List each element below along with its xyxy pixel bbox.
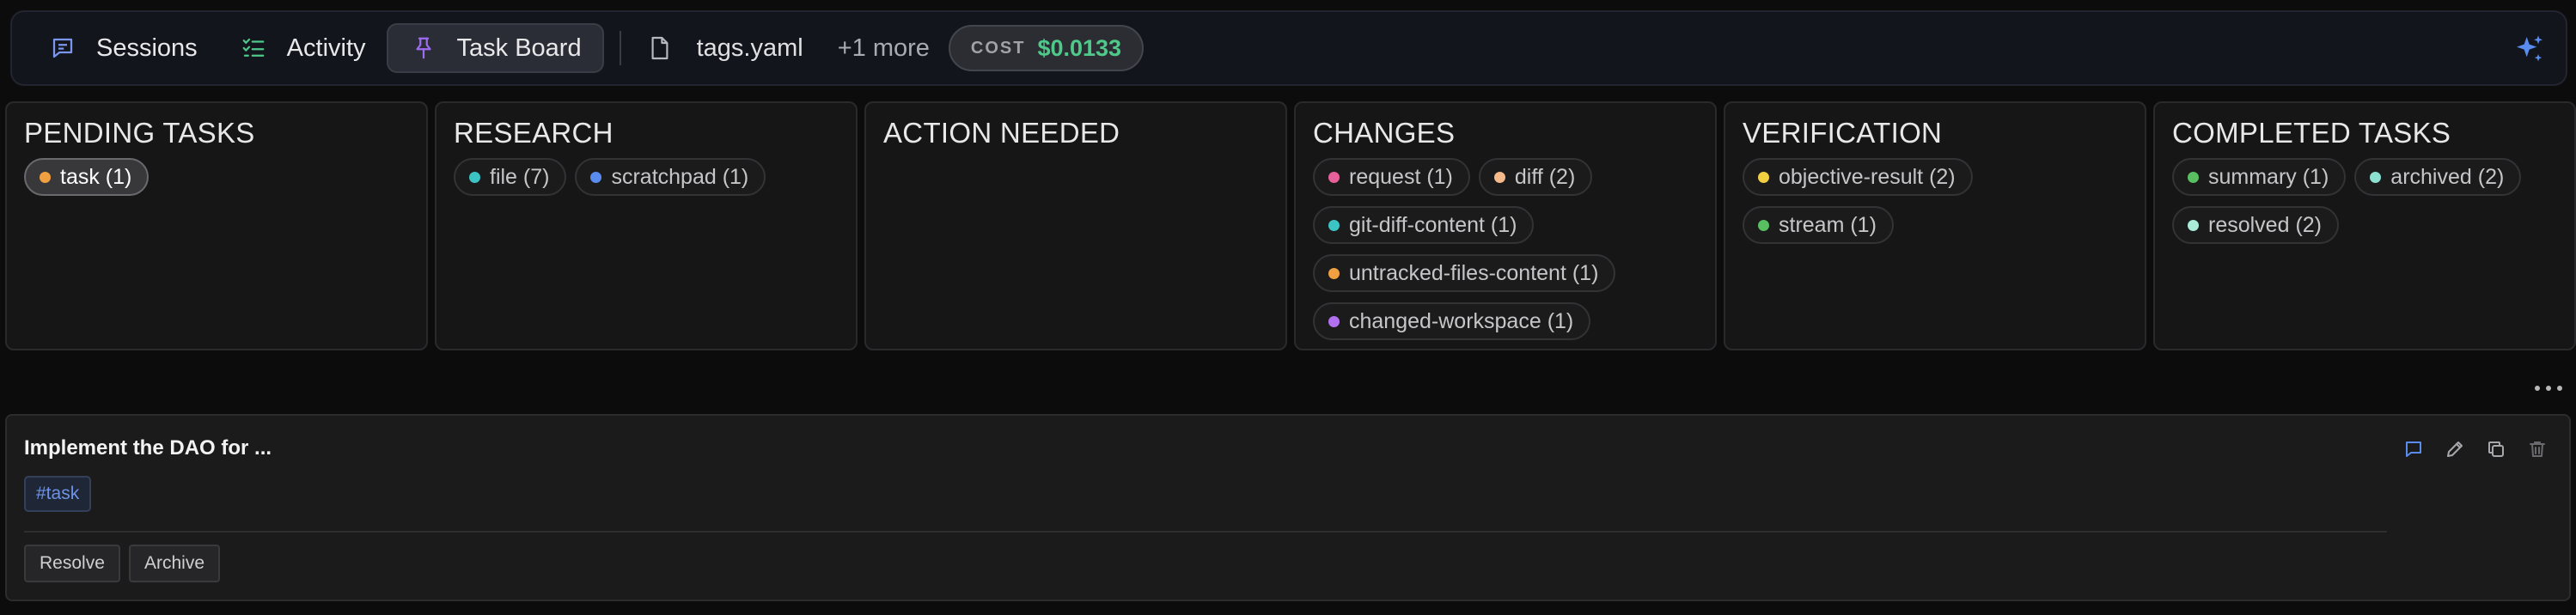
tag-chip-label: summary (1) <box>2208 164 2329 189</box>
tag-chip-label: changed-workspace (1) <box>1349 308 1574 333</box>
checklist-icon <box>239 33 268 63</box>
tag-color-dot <box>40 171 51 183</box>
card-divider <box>24 531 2387 533</box>
more-options-icon[interactable] <box>2535 378 2562 399</box>
tag-color-dot <box>590 171 602 183</box>
tag-chip-list: request (1) diff (2) git-diff-content (1… <box>1313 158 1700 340</box>
task-card: Implement the DAO for ... #task Resolve … <box>5 414 2571 601</box>
tag-chip-label: task (1) <box>60 164 132 189</box>
tag-chip-label: resolved (2) <box>2208 212 2322 237</box>
tag-chip-label: objective-result (2) <box>1779 164 1956 189</box>
column-research: RESEARCH file (7) scratchpad (1) <box>435 101 858 350</box>
chat-bubble-icon <box>48 33 77 63</box>
tab-activity[interactable]: Activity <box>218 23 387 73</box>
tag-chip-stream[interactable]: stream (1) <box>1743 206 1894 244</box>
tag-color-dot <box>2370 171 2382 183</box>
tab-label: Sessions <box>96 33 198 62</box>
pin-icon <box>409 33 438 63</box>
tag-chip-diff[interactable]: diff (2) <box>1478 158 1593 196</box>
column-title: CHANGES <box>1313 117 1456 149</box>
comment-icon[interactable] <box>2402 438 2425 460</box>
tag-color-dot <box>2188 171 2199 183</box>
column-title: COMPLETED TASKS <box>2172 117 2451 149</box>
tag-chip-label: git-diff-content (1) <box>1349 212 1517 237</box>
tag-chip-label: archived (2) <box>2390 164 2505 189</box>
trash-icon[interactable] <box>2526 438 2549 460</box>
cost-label: COST <box>970 38 1026 58</box>
tag-chip-label: diff (2) <box>1514 164 1576 189</box>
tag-chip-archived[interactable]: archived (2) <box>2354 158 2522 196</box>
cost-badge: COST $0.0133 <box>948 25 1145 71</box>
tag-chip-git-diff-content[interactable]: git-diff-content (1) <box>1313 206 1535 244</box>
tab-sessions[interactable]: Sessions <box>27 23 218 73</box>
tag-chip-label: scratchpad (1) <box>611 164 749 189</box>
tag-chip-label: untracked-files-content (1) <box>1349 260 1599 285</box>
tag-chip-request[interactable]: request (1) <box>1313 158 1470 196</box>
tag-chip-label: request (1) <box>1349 164 1453 189</box>
task-tag[interactable]: #task <box>24 476 92 512</box>
ellipsis-dot <box>2557 386 2562 391</box>
tab-label: Activity <box>286 33 366 62</box>
top-navigation-bar: Sessions Activity Task Board tags.yaml +… <box>10 10 2567 86</box>
tag-chip-label: stream (1) <box>1779 212 1877 237</box>
tag-chip-list: file (7) scratchpad (1) <box>454 158 840 196</box>
cost-value: $0.0133 <box>1037 34 1122 61</box>
tag-chip-list: objective-result (2) stream (1) <box>1743 158 2129 244</box>
tag-chip-objective-result[interactable]: objective-result (2) <box>1743 158 1973 196</box>
task-title: Implement the DAO for ... <box>24 436 272 460</box>
column-title: RESEARCH <box>454 117 613 149</box>
tag-color-dot <box>1328 219 1340 231</box>
tag-chip-untracked-files-content[interactable]: untracked-files-content (1) <box>1313 254 1616 292</box>
tag-color-dot <box>1328 315 1340 327</box>
file-icon <box>647 33 673 63</box>
copy-icon[interactable] <box>2485 438 2507 460</box>
ellipsis-dot <box>2535 386 2540 391</box>
column-pending-tasks: PENDING TASKS task (1) <box>5 101 428 350</box>
archive-button[interactable]: Archive <box>129 545 221 582</box>
tab-separator <box>619 31 621 65</box>
column-title: ACTION NEEDED <box>883 117 1120 149</box>
tag-chip-task[interactable]: task (1) <box>24 158 150 196</box>
tag-color-dot <box>1493 171 1505 183</box>
more-tabs-button[interactable]: +1 more <box>838 34 930 63</box>
column-verification: VERIFICATION objective-result (2) stream… <box>1724 101 2146 350</box>
ellipsis-dot <box>2546 386 2551 391</box>
tag-chip-summary[interactable]: summary (1) <box>2172 158 2347 196</box>
edit-pencil-icon[interactable] <box>2444 438 2466 460</box>
column-changes: CHANGES request (1) diff (2) git-diff-co… <box>1294 101 1717 350</box>
tag-chip-file[interactable]: file (7) <box>454 158 567 196</box>
column-action-needed: ACTION NEEDED <box>864 101 1287 350</box>
tag-chip-label: file (7) <box>490 164 550 189</box>
tag-color-dot <box>1328 267 1340 279</box>
tag-color-dot <box>2188 219 2199 231</box>
tag-color-dot <box>1328 171 1340 183</box>
tab-label: Task Board <box>456 33 582 62</box>
tab-task-board[interactable]: Task Board <box>386 23 604 73</box>
column-completed-tasks: COMPLETED TASKS summary (1) archived (2)… <box>2153 101 2576 350</box>
tag-chip-resolved[interactable]: resolved (2) <box>2172 206 2339 244</box>
column-title: VERIFICATION <box>1743 117 1943 149</box>
tag-color-dot <box>1758 219 1769 231</box>
tag-color-dot <box>1758 171 1769 183</box>
column-title: PENDING TASKS <box>24 117 255 149</box>
tag-color-dot <box>469 171 480 183</box>
resolve-button[interactable]: Resolve <box>24 545 120 582</box>
tag-chip-list: summary (1) archived (2) resolved (2) <box>2172 158 2559 244</box>
sparkle-icon[interactable] <box>2512 33 2547 67</box>
tag-chip-changed-workspace[interactable]: changed-workspace (1) <box>1313 302 1591 340</box>
tag-chip-list: task (1) <box>24 158 411 196</box>
tab-file-tags-yaml[interactable]: tags.yaml <box>635 23 815 73</box>
file-tab-label: tags.yaml <box>696 33 803 62</box>
card-action-bar <box>2402 438 2549 460</box>
tag-chip-scratchpad[interactable]: scratchpad (1) <box>575 158 766 196</box>
